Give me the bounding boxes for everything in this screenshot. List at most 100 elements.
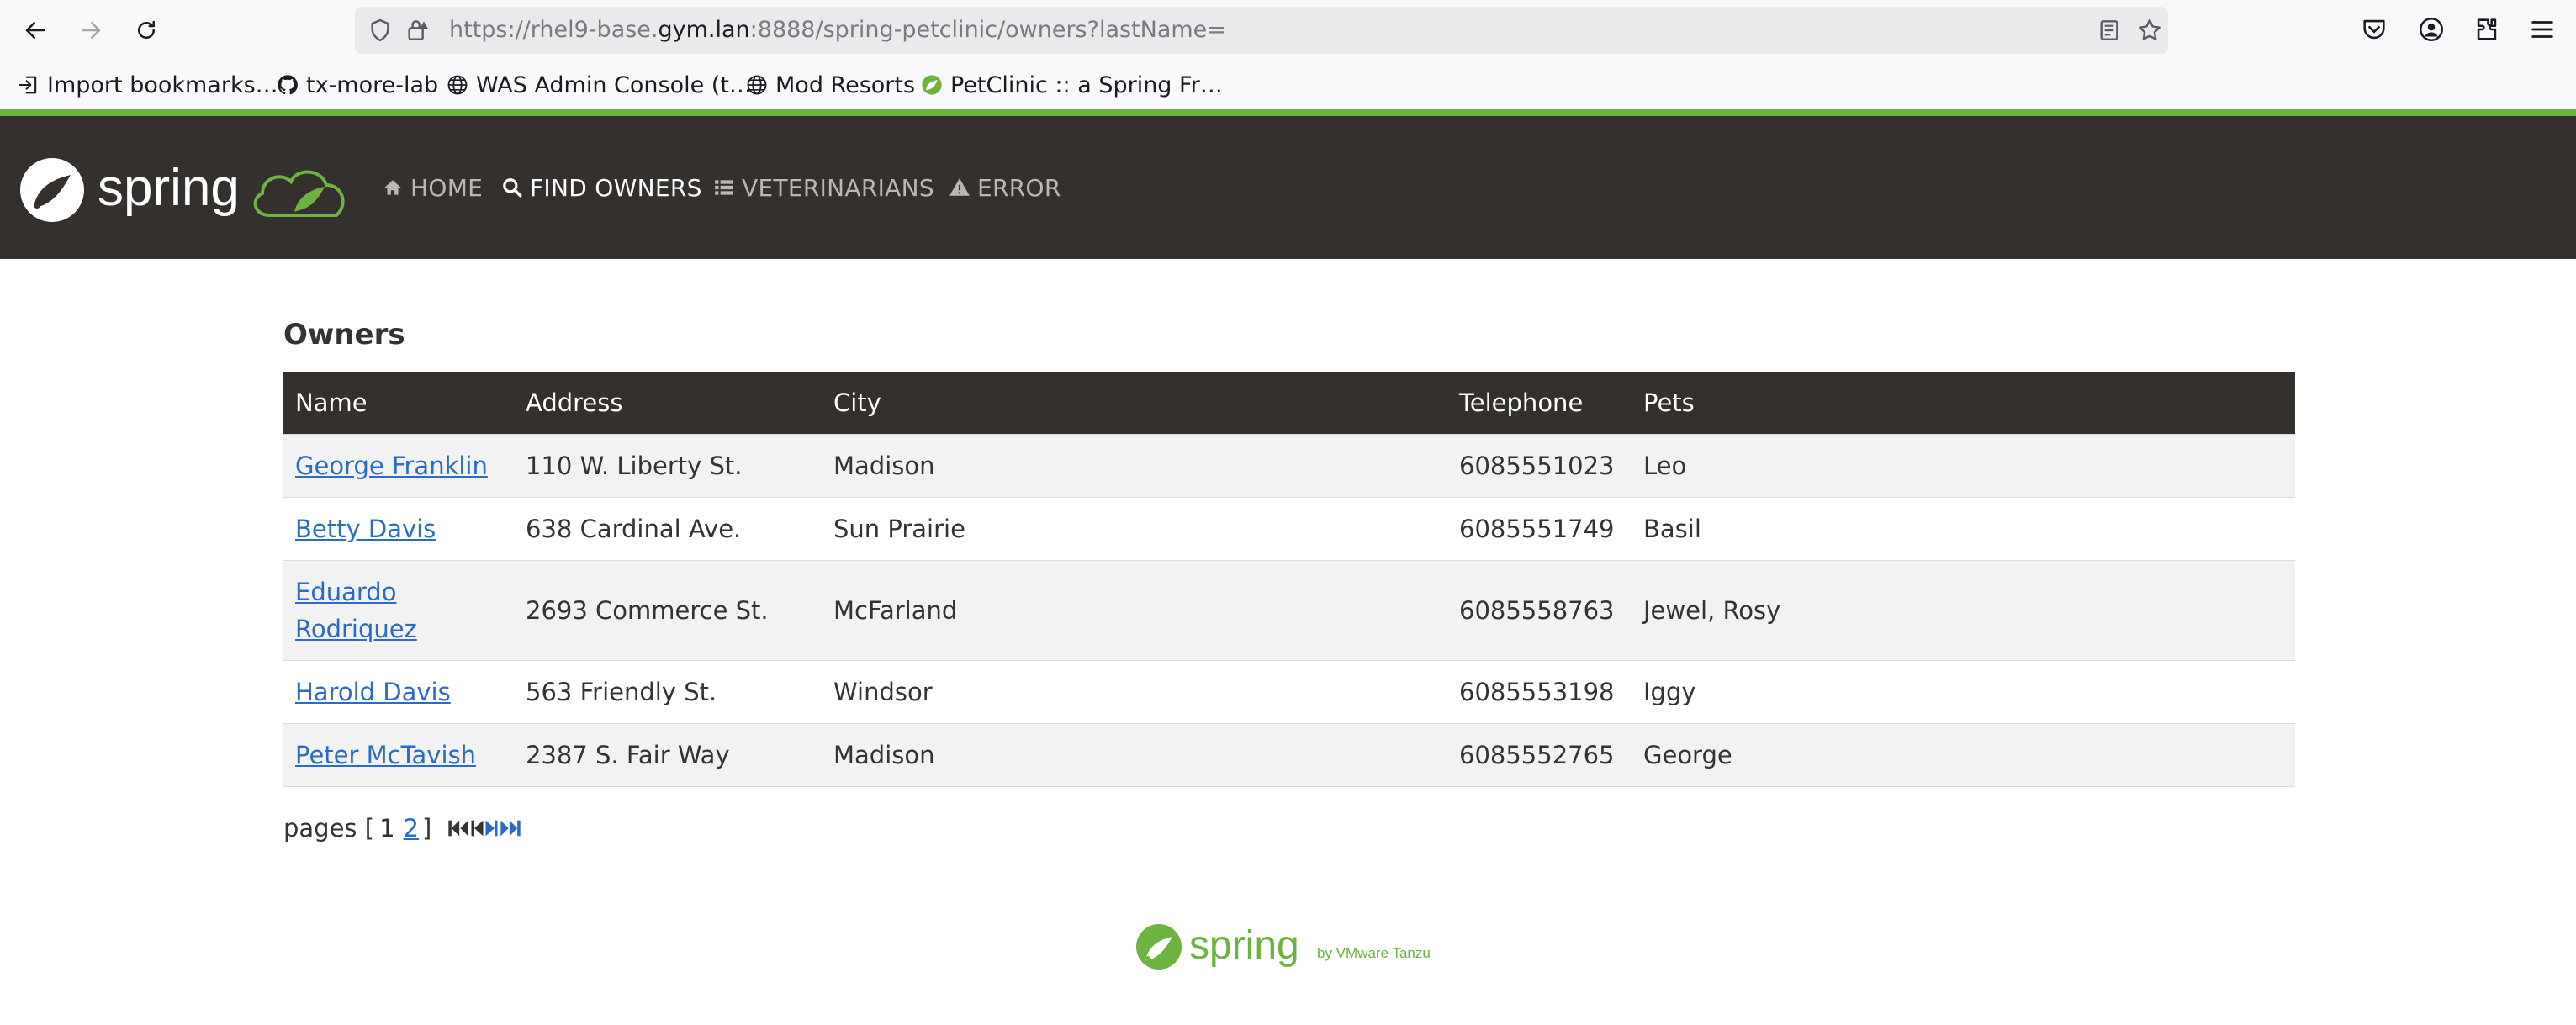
pets-cell: Leo [1632,433,2295,497]
bookmark-label: WAS Admin Console (t… [476,71,752,98]
nav-home-label: Home [410,173,484,202]
bookmark-tx-more-lab[interactable]: tx-more-lab [276,67,438,103]
back-arrow-icon [25,22,45,39]
owner-link[interactable]: Eduardo Rodriquez [295,578,417,643]
home-icon [384,180,401,195]
account-icon[interactable] [2417,15,2446,44]
owners-table: Name Address City Telephone Pets George … [283,372,2295,787]
city-cell: Madison [822,722,1447,787]
bookmark-import[interactable]: Import bookmarks… [17,67,278,103]
pager-prefix: pages [ [283,814,375,843]
pager-suffix: ] [421,814,432,843]
telephone-cell: 6085553198 [1447,659,1632,723]
owner-last-name: Rodriquez [295,614,417,643]
address-cell: 2693 Commerce St. [514,559,822,660]
footer-tagline: by VMware Tanzu [1317,945,1431,961]
pagination: pages [ 1 2 ] [283,809,522,848]
bookmark-label: tx-more-lab [306,71,439,98]
telephone-cell: 6085551749 [1447,496,1632,560]
next-page-button[interactable] [484,816,499,840]
address-cell: 638 Cardinal Ave. [514,496,822,560]
bookmark-petclinic[interactable]: PetClinic :: a Spring Fr… [920,67,1223,103]
shield-icon[interactable] [367,17,394,44]
telephone-cell: 6085551023 [1447,433,1632,497]
import-icon [19,76,37,94]
city-cell: Madison [822,433,1447,497]
owner-link[interactable]: Harold Davis [295,678,451,706]
nav-home[interactable]: Home [382,168,483,207]
url-bar[interactable]: https://rhel9-base.gym.lan:8888/spring-p… [355,7,2168,54]
url-prefix: https://rhel9-base. [449,17,659,43]
nav-error-label: Error [977,173,1061,202]
bookmark-label: PetClinic :: a Spring Fr… [950,71,1223,98]
pets-cell: Basil [1632,496,2295,560]
nav-find-owners[interactable]: Find owners [501,168,702,207]
bookmark-star-icon[interactable] [2136,17,2163,44]
city-cell: McFarland [822,559,1447,660]
search-icon [503,178,522,198]
pocket-icon[interactable] [2360,15,2388,44]
page-title: Owners [283,318,405,351]
warning-icon [949,178,970,196]
table-header-row: Name Address City Telephone Pets [283,372,2295,434]
previous-page-button [470,816,484,840]
first-page-button [447,816,470,840]
table-row: Harold Davis 563 Friendly St. Windsor 60… [283,659,2295,723]
pets-cell: Iggy [1632,659,2295,723]
city-cell: Windsor [822,659,1447,723]
owner-name-cell: George Franklin [283,433,514,497]
address-cell: 2387 S. Fair Way [514,722,822,787]
lock-warning-icon[interactable] [404,17,431,44]
pager-page-link[interactable]: 2 [404,814,419,843]
column-header-pets: Pets [1643,388,1695,417]
owner-name-cell: Eduardo Rodriquez [283,559,514,660]
bookmark-label: Mod Resorts [775,71,916,98]
owner-link[interactable]: Peter McTavish [295,741,476,769]
city-cell: Sun Prairie [822,496,1447,560]
column-header-telephone: Telephone [1459,388,1584,417]
back-button[interactable] [17,12,54,49]
column-header-name: Name [295,388,368,417]
pets-cell: George [1632,722,2295,787]
nav-error[interactable]: Error [949,168,1061,207]
bookmark-mod-resorts[interactable]: Mod Resorts [745,67,915,103]
owner-link[interactable]: George Franklin [295,452,488,480]
reader-view-icon[interactable] [2096,17,2123,44]
owner-name-cell: Harold Davis [283,659,514,723]
url-text[interactable]: https://rhel9-base.gym.lan:8888/spring-p… [449,7,1226,54]
url-domain: gym.lan [658,17,750,43]
address-cell: 563 Friendly St. [514,659,822,723]
telephone-cell: 6085558763 [1447,559,1632,660]
spring-logo[interactable]: spring [17,156,370,224]
bookmark-was-admin[interactable]: WAS Admin Console (t… [446,67,752,103]
reload-icon [138,20,155,39]
pager-current-page: 1 [379,814,395,843]
reload-button[interactable] [128,12,165,49]
column-header-city: City [833,388,881,417]
list-icon [715,180,733,195]
app-navbar: spring Home Find owners Veterinarians Er… [0,116,2576,259]
fast-backward-icon [448,820,468,837]
owner-link[interactable]: Betty Davis [295,515,436,543]
telephone-cell: 6085552765 [1447,722,1632,787]
table-row: Eduardo Rodriquez 2693 Commerce St. McFar… [283,559,2295,660]
github-icon [278,75,298,95]
bookmarks-bar: Import bookmarks… tx-more-lab WAS Admin … [0,61,2576,109]
footer-brand-text: spring [1189,923,1299,968]
nav-find-owners-label: Find owners [530,173,702,202]
pets-cell: Jewel, Rosy [1632,559,2295,660]
globe-icon [447,75,468,95]
globe-icon [747,75,767,95]
extensions-icon[interactable] [2473,15,2501,44]
forward-button[interactable] [72,12,109,49]
owner-first-name: Eduardo [295,577,397,606]
address-cell: 110 W. Liberty St. [514,433,822,497]
brand-text: spring [98,159,240,217]
hamburger-menu-icon[interactable] [2528,15,2557,44]
url-suffix: :8888/spring-petclinic/owners?lastName= [749,17,1226,43]
footer-spring-logo: spring by VMware Tanzu [1136,923,1431,970]
nav-veterinarians[interactable]: Veterinarians [713,168,934,207]
last-page-button[interactable] [499,816,522,840]
table-row: George Franklin 110 W. Liberty St. Madis… [283,433,2295,497]
browser-toolbar: https://rhel9-base.gym.lan:8888/spring-p… [0,0,2576,61]
